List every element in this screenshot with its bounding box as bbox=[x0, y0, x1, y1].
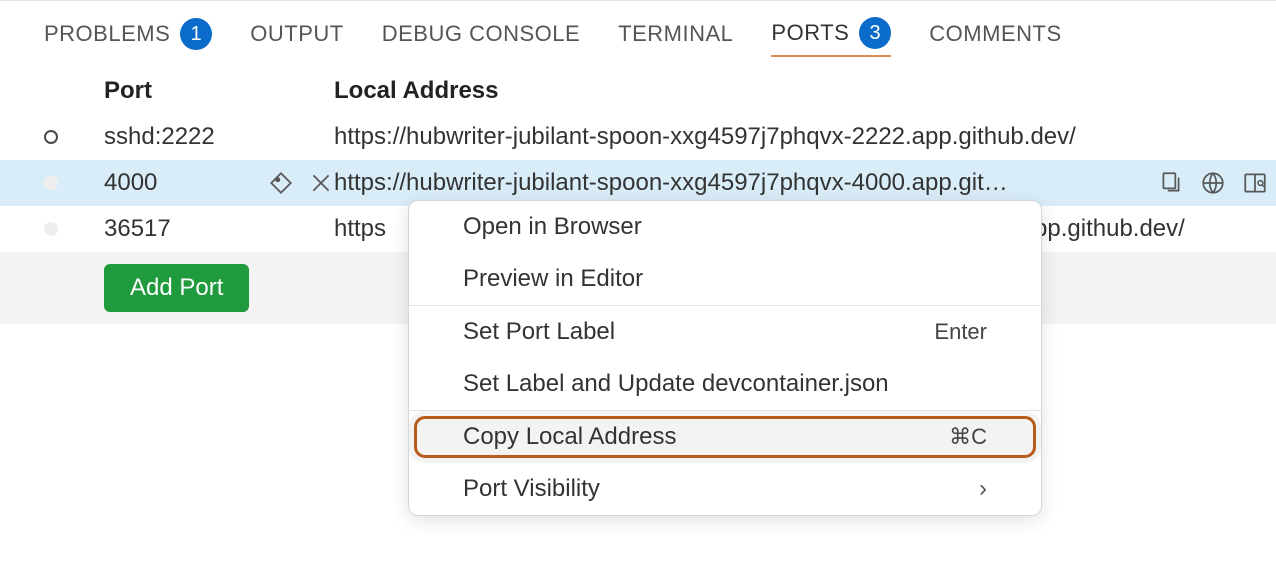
problems-badge: 1 bbox=[180, 18, 212, 50]
table-row[interactable]: sshd:2222 https://hubwriter-jubilant-spo… bbox=[0, 114, 1276, 160]
globe-icon[interactable] bbox=[1200, 170, 1226, 196]
menu-label: Port Visibility bbox=[463, 475, 600, 503]
status-indicator-icon bbox=[44, 130, 58, 144]
menu-label: Copy Local Address bbox=[463, 423, 676, 451]
menu-label: Set Label and Update devcontainer.json bbox=[463, 370, 889, 398]
tab-label: TERMINAL bbox=[618, 21, 733, 47]
panel-tabbar: PROBLEMS 1 OUTPUT DEBUG CONSOLE TERMINAL… bbox=[0, 0, 1276, 64]
ports-badge: 3 bbox=[859, 17, 891, 49]
split-preview-icon[interactable] bbox=[1242, 170, 1268, 196]
status-indicator-icon bbox=[44, 222, 58, 236]
menu-set-port-label[interactable]: Set Port Label Enter bbox=[409, 306, 1041, 358]
menu-label: Open in Browser bbox=[463, 213, 642, 241]
menu-set-label-update-devcontainer[interactable]: Set Label and Update devcontainer.json bbox=[409, 358, 1041, 410]
close-icon[interactable] bbox=[308, 170, 334, 196]
tab-comments[interactable]: COMMENTS bbox=[929, 21, 1061, 53]
tab-output[interactable]: OUTPUT bbox=[250, 21, 343, 53]
menu-port-visibility[interactable]: Port Visibility › bbox=[409, 463, 1041, 515]
tab-debug-console[interactable]: DEBUG CONSOLE bbox=[382, 21, 580, 53]
local-address: https://hubwriter-jubilant-spoon-xxg4597… bbox=[334, 123, 1076, 151]
chevron-right-icon: › bbox=[979, 475, 987, 503]
menu-copy-local-address[interactable]: Copy Local Address ⌘C bbox=[409, 411, 1041, 463]
col-port: Port bbox=[104, 77, 334, 105]
menu-preview-in-editor[interactable]: Preview in Editor bbox=[409, 253, 1041, 305]
tab-problems[interactable]: PROBLEMS 1 bbox=[44, 18, 212, 56]
context-menu: Open in Browser Preview in Editor Set Po… bbox=[408, 200, 1042, 516]
add-port-button[interactable]: Add Port bbox=[104, 264, 249, 312]
menu-label: Set Port Label bbox=[463, 318, 615, 346]
tag-icon[interactable] bbox=[268, 170, 294, 196]
local-address: https://hubwriter-jubilant-spoon-xxg4597… bbox=[334, 169, 1008, 197]
tab-label: PROBLEMS bbox=[44, 21, 170, 47]
table-header: Port Local Address bbox=[0, 68, 1276, 114]
local-address-right: pp.github.dev/ bbox=[1034, 215, 1185, 243]
menu-shortcut: ⌘C bbox=[949, 424, 987, 450]
local-address-left: https bbox=[334, 215, 386, 243]
tab-ports[interactable]: PORTS 3 bbox=[771, 17, 891, 57]
tab-label: PORTS bbox=[771, 20, 849, 46]
port-cell: 36517 bbox=[104, 215, 334, 243]
copy-icon[interactable] bbox=[1158, 170, 1184, 196]
status-indicator-icon bbox=[44, 176, 58, 190]
tab-label: DEBUG CONSOLE bbox=[382, 21, 580, 47]
menu-shortcut: Enter bbox=[934, 319, 987, 345]
port-cell: 4000 bbox=[104, 169, 157, 197]
col-local-address: Local Address bbox=[334, 77, 1276, 105]
tab-terminal[interactable]: TERMINAL bbox=[618, 21, 733, 53]
tab-label: COMMENTS bbox=[929, 21, 1061, 47]
port-cell: sshd:2222 bbox=[104, 123, 334, 151]
menu-label: Preview in Editor bbox=[463, 265, 643, 293]
tab-label: OUTPUT bbox=[250, 21, 343, 47]
menu-open-in-browser[interactable]: Open in Browser bbox=[409, 201, 1041, 253]
